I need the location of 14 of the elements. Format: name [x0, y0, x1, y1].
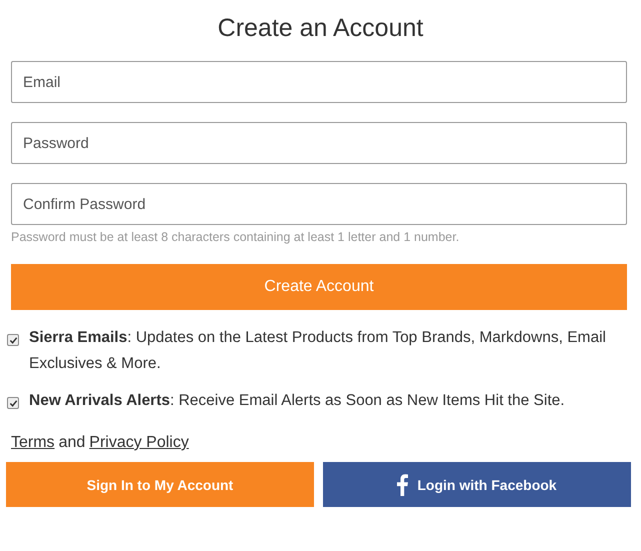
facebook-icon: [397, 474, 408, 496]
option-label: Sierra Emails: Updates on the Latest Products from Top Brands, Markdowns, Email Exclusives & More.: [29, 328, 607, 374]
policy-link[interactable]: Terms: [11, 434, 55, 452]
facebook-login-button[interactable]: Login with Facebook: [323, 462, 631, 507]
input-field[interactable]: Email: [11, 61, 627, 103]
input-field[interactable]: Confirm Password: [11, 183, 627, 225]
page-title: Create an Account: [218, 14, 424, 43]
password-hint: Password must be at least 8 characters containing at least 1 letter and 1 number.: [11, 230, 460, 244]
policy-link[interactable]: Privacy Policy: [89, 434, 189, 452]
option-label: New Arrivals Alerts: Receive Email Alerts as Soon as New Items Hit the Site.: [29, 391, 565, 411]
input-field[interactable]: Password: [11, 122, 627, 164]
checkbox[interactable]: [7, 334, 19, 346]
legal-text: and: [58, 434, 86, 452]
checkbox[interactable]: [7, 397, 19, 409]
